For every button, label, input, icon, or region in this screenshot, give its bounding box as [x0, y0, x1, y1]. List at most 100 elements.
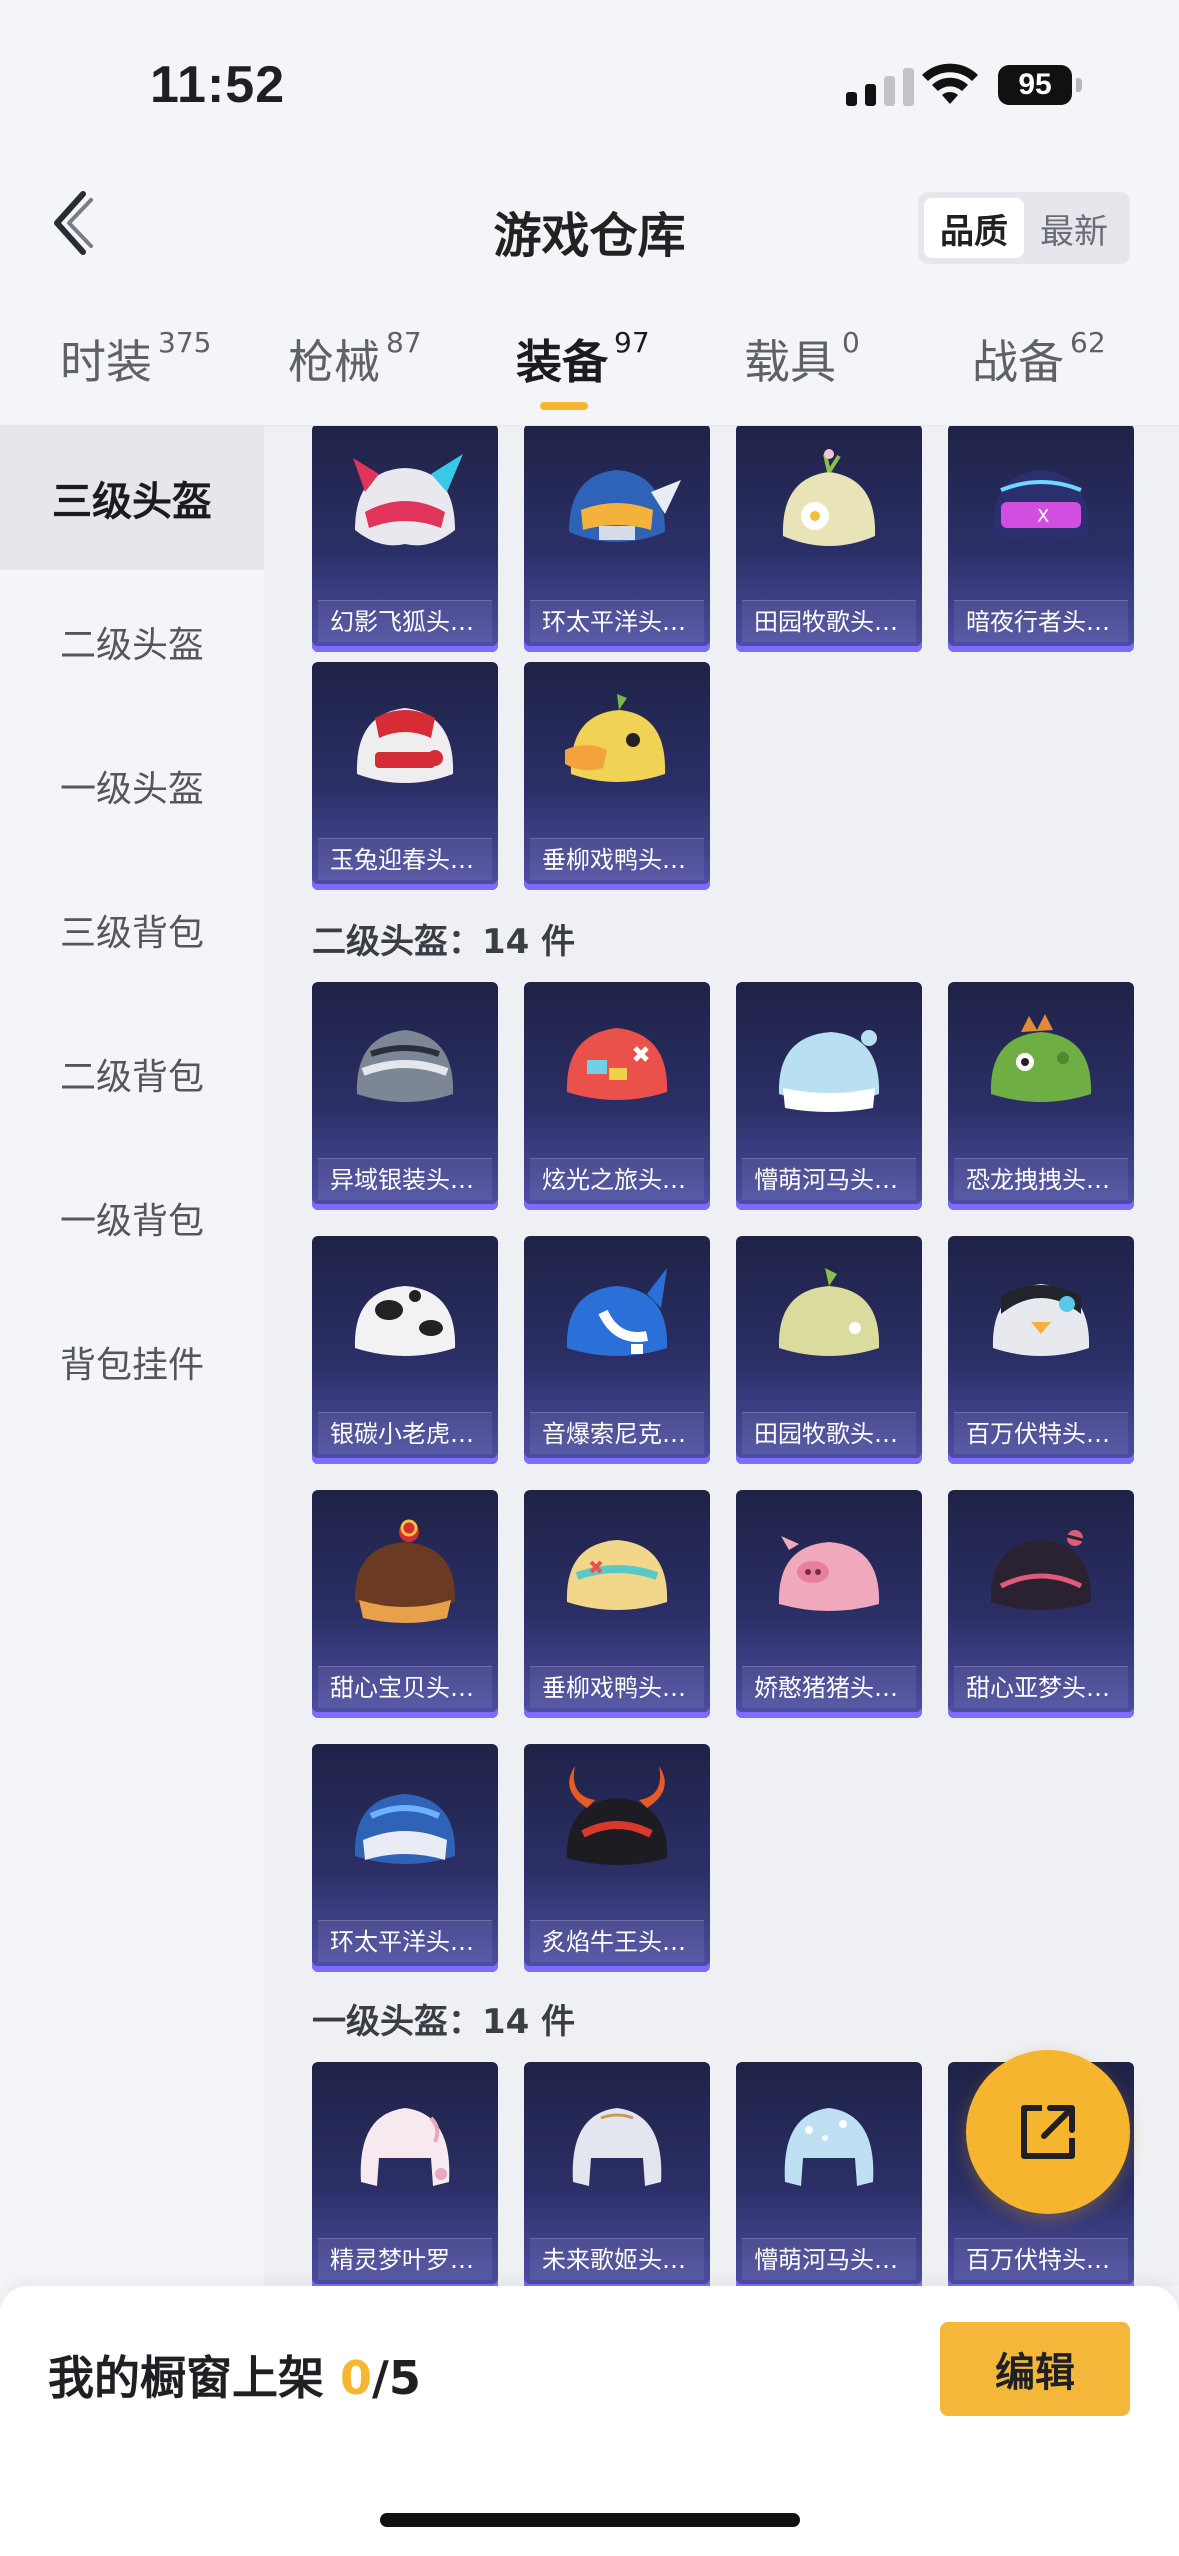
share-icon [1021, 2105, 1075, 2159]
item-card[interactable]: 懵萌河马头… [736, 2062, 922, 2286]
sidebar-item-backpack-charm[interactable]: 背包挂件 [0, 1290, 264, 1434]
item-card[interactable]: 音爆索尼克… [524, 1236, 710, 1464]
share-button[interactable] [966, 2050, 1130, 2214]
tab-count: 375 [158, 326, 212, 359]
item-card[interactable]: 垂柳戏鸭头… [524, 1490, 710, 1718]
item-card[interactable]: 娇憨猪猪头… [736, 1490, 922, 1718]
item-name: 恐龙拽拽头… [954, 1158, 1128, 1200]
tab-label: 时装 [60, 335, 152, 389]
section-title-level1-helmet: 一级头盔：14 件 [312, 2002, 576, 2042]
grid-row: 银碳小老虎… 音爆索尼克… 田园牧歌头… 百万伏特头… [312, 1236, 1134, 1464]
item-card[interactable]: 甜心亚梦头… [948, 1490, 1134, 1718]
tab-equipment[interactable]: 装备 97 [516, 326, 650, 396]
item-name: 炙焰牛王头… [530, 1920, 704, 1962]
item-name: 未来歌姬头… [530, 2238, 704, 2280]
edit-button[interactable]: 编辑 [940, 2322, 1130, 2416]
item-card[interactable]: 田园牧歌头… [736, 1236, 922, 1464]
item-name: 暗夜行者头… [954, 600, 1128, 642]
battery-icon: 95 [998, 65, 1072, 105]
helmet-fairy-icon [360, 2108, 450, 2186]
tab-count: 62 [1070, 326, 1106, 359]
wifi-icon [922, 63, 978, 104]
item-name: 田园牧歌头… [742, 600, 916, 642]
helmet-hippo-icon [784, 2108, 874, 2186]
sort-quality-button[interactable]: 品质 [924, 198, 1024, 258]
helmet-tiger-icon [354, 1286, 456, 1356]
item-card[interactable]: 懵萌河马头… [736, 982, 922, 1210]
item-card[interactable]: 精灵梦叶罗… [312, 2062, 498, 2286]
item-name: 懵萌河马头… [742, 1158, 916, 1200]
item-name: 玉兔迎春头… [318, 838, 492, 880]
item-card[interactable]: 田园牧歌头… [736, 426, 922, 652]
item-name: 银碳小老虎… [318, 1412, 492, 1454]
item-card[interactable]: 恐龙拽拽头… [948, 982, 1134, 1210]
helmet-flame-bull-icon [566, 1766, 668, 1865]
showcase-status: 我的橱窗上架 0/5 [48, 2342, 421, 2408]
svg-text:X: X [1037, 506, 1049, 527]
item-name: 音爆索尼克… [530, 1412, 704, 1454]
helmet-songstress-icon [572, 2108, 662, 2186]
item-card[interactable]: 炫光之旅头… [524, 982, 710, 1210]
tab-label: 战备 [972, 335, 1064, 389]
item-name: 精灵梦叶罗… [318, 2238, 492, 2280]
item-card[interactable]: 环太平洋头… [312, 1744, 498, 1972]
helmet-glow-icon [566, 1028, 668, 1100]
grid-row: 幻影飞狐头… 环太平洋头… 田园牧歌头… X 暗夜行者头… [312, 426, 1134, 652]
item-card[interactable]: 环太平洋头… [524, 426, 710, 652]
item-name: 异域银装头… [318, 1158, 492, 1200]
item-card[interactable]: 炙焰牛王头… [524, 1744, 710, 1972]
helmet-silver-icon [356, 1030, 454, 1102]
item-name: 甜心亚梦头… [954, 1666, 1128, 1708]
tab-label: 枪械 [288, 335, 380, 389]
showcase-total: /5 [372, 2351, 421, 2405]
tab-guns[interactable]: 枪械 87 [288, 326, 422, 396]
item-card[interactable]: 银碳小老虎… [312, 1236, 498, 1464]
tab-label: 载具 [744, 335, 836, 389]
tab-vehicles[interactable]: 载具 0 [744, 326, 860, 396]
item-card[interactable]: 异域银装头… [312, 982, 498, 1210]
item-name: 百万伏特头… [954, 1412, 1128, 1454]
sidebar-item-level2-helmet[interactable]: 二级头盔 [0, 570, 264, 714]
item-card[interactable]: X 暗夜行者头… [948, 426, 1134, 652]
item-name: 环太平洋头… [530, 600, 704, 642]
grid-row: 异域银装头… 炫光之旅头… 懵萌河马头… 恐龙拽拽头… [312, 982, 1134, 1210]
item-card[interactable]: 未来歌姬头… [524, 2062, 710, 2286]
helmet-pastoral-icon [782, 449, 876, 546]
item-card[interactable]: 甜心宝贝头… [312, 1490, 498, 1718]
tab-count: 97 [614, 326, 650, 359]
item-name: 垂柳戏鸭头… [530, 1666, 704, 1708]
grid-row: 玉兔迎春头… 垂柳戏鸭头… [312, 662, 710, 890]
helmet-rabbit-icon [356, 708, 454, 783]
item-card[interactable]: 玉兔迎春头… [312, 662, 498, 890]
helmet-duck-icon [565, 694, 666, 782]
tab-fashion[interactable]: 时装 375 [60, 326, 211, 396]
item-grid: 幻影飞狐头… 环太平洋头… 田园牧歌头… X 暗夜行者头… 玉兔迎春头… 垂柳戏… [264, 426, 1179, 2286]
tab-tactical-gear[interactable]: 战备 62 [972, 326, 1106, 396]
sidebar-item-level2-backpack[interactable]: 二级背包 [0, 1002, 264, 1146]
item-card[interactable]: 百万伏特头… [948, 1236, 1134, 1464]
item-name: 幻影飞狐头… [318, 600, 492, 642]
active-tab-indicator [540, 402, 588, 410]
showcase-count: 0 [340, 2351, 373, 2405]
sidebar-item-level3-backpack[interactable]: 三级背包 [0, 858, 264, 1002]
item-name: 娇憨猪猪头… [742, 1666, 916, 1708]
helmet-hippo-icon [778, 1030, 880, 1112]
item-name: 懵萌河马头… [742, 2238, 916, 2280]
cellular-signal-icon [846, 66, 914, 106]
sidebar-item-level3-helmet[interactable]: 三级头盔 [0, 426, 264, 570]
clock: 11:52 [150, 56, 286, 114]
helmet-pastoral-icon [778, 1268, 880, 1356]
item-card[interactable]: 垂柳戏鸭头… [524, 662, 710, 890]
sidebar-item-level1-helmet[interactable]: 一级头盔 [0, 714, 264, 858]
sort-toggle: 品质 最新 [918, 192, 1130, 264]
item-card[interactable]: 幻影飞狐头… [312, 426, 498, 652]
showcase-label: 我的橱窗上架 [48, 2351, 341, 2405]
home-indicator [380, 2513, 800, 2527]
sort-latest-button[interactable]: 最新 [1024, 198, 1124, 258]
item-name: 炫光之旅头… [530, 1158, 704, 1200]
item-name: 垂柳戏鸭头… [530, 838, 704, 880]
sidebar-item-level1-backpack[interactable]: 一级背包 [0, 1146, 264, 1290]
status-bar: 11:52 95 [0, 0, 1179, 160]
section-title-level2-helmet: 二级头盔：14 件 [312, 922, 576, 962]
nav-bar: 游戏仓库 品质 最新 [0, 160, 1179, 290]
